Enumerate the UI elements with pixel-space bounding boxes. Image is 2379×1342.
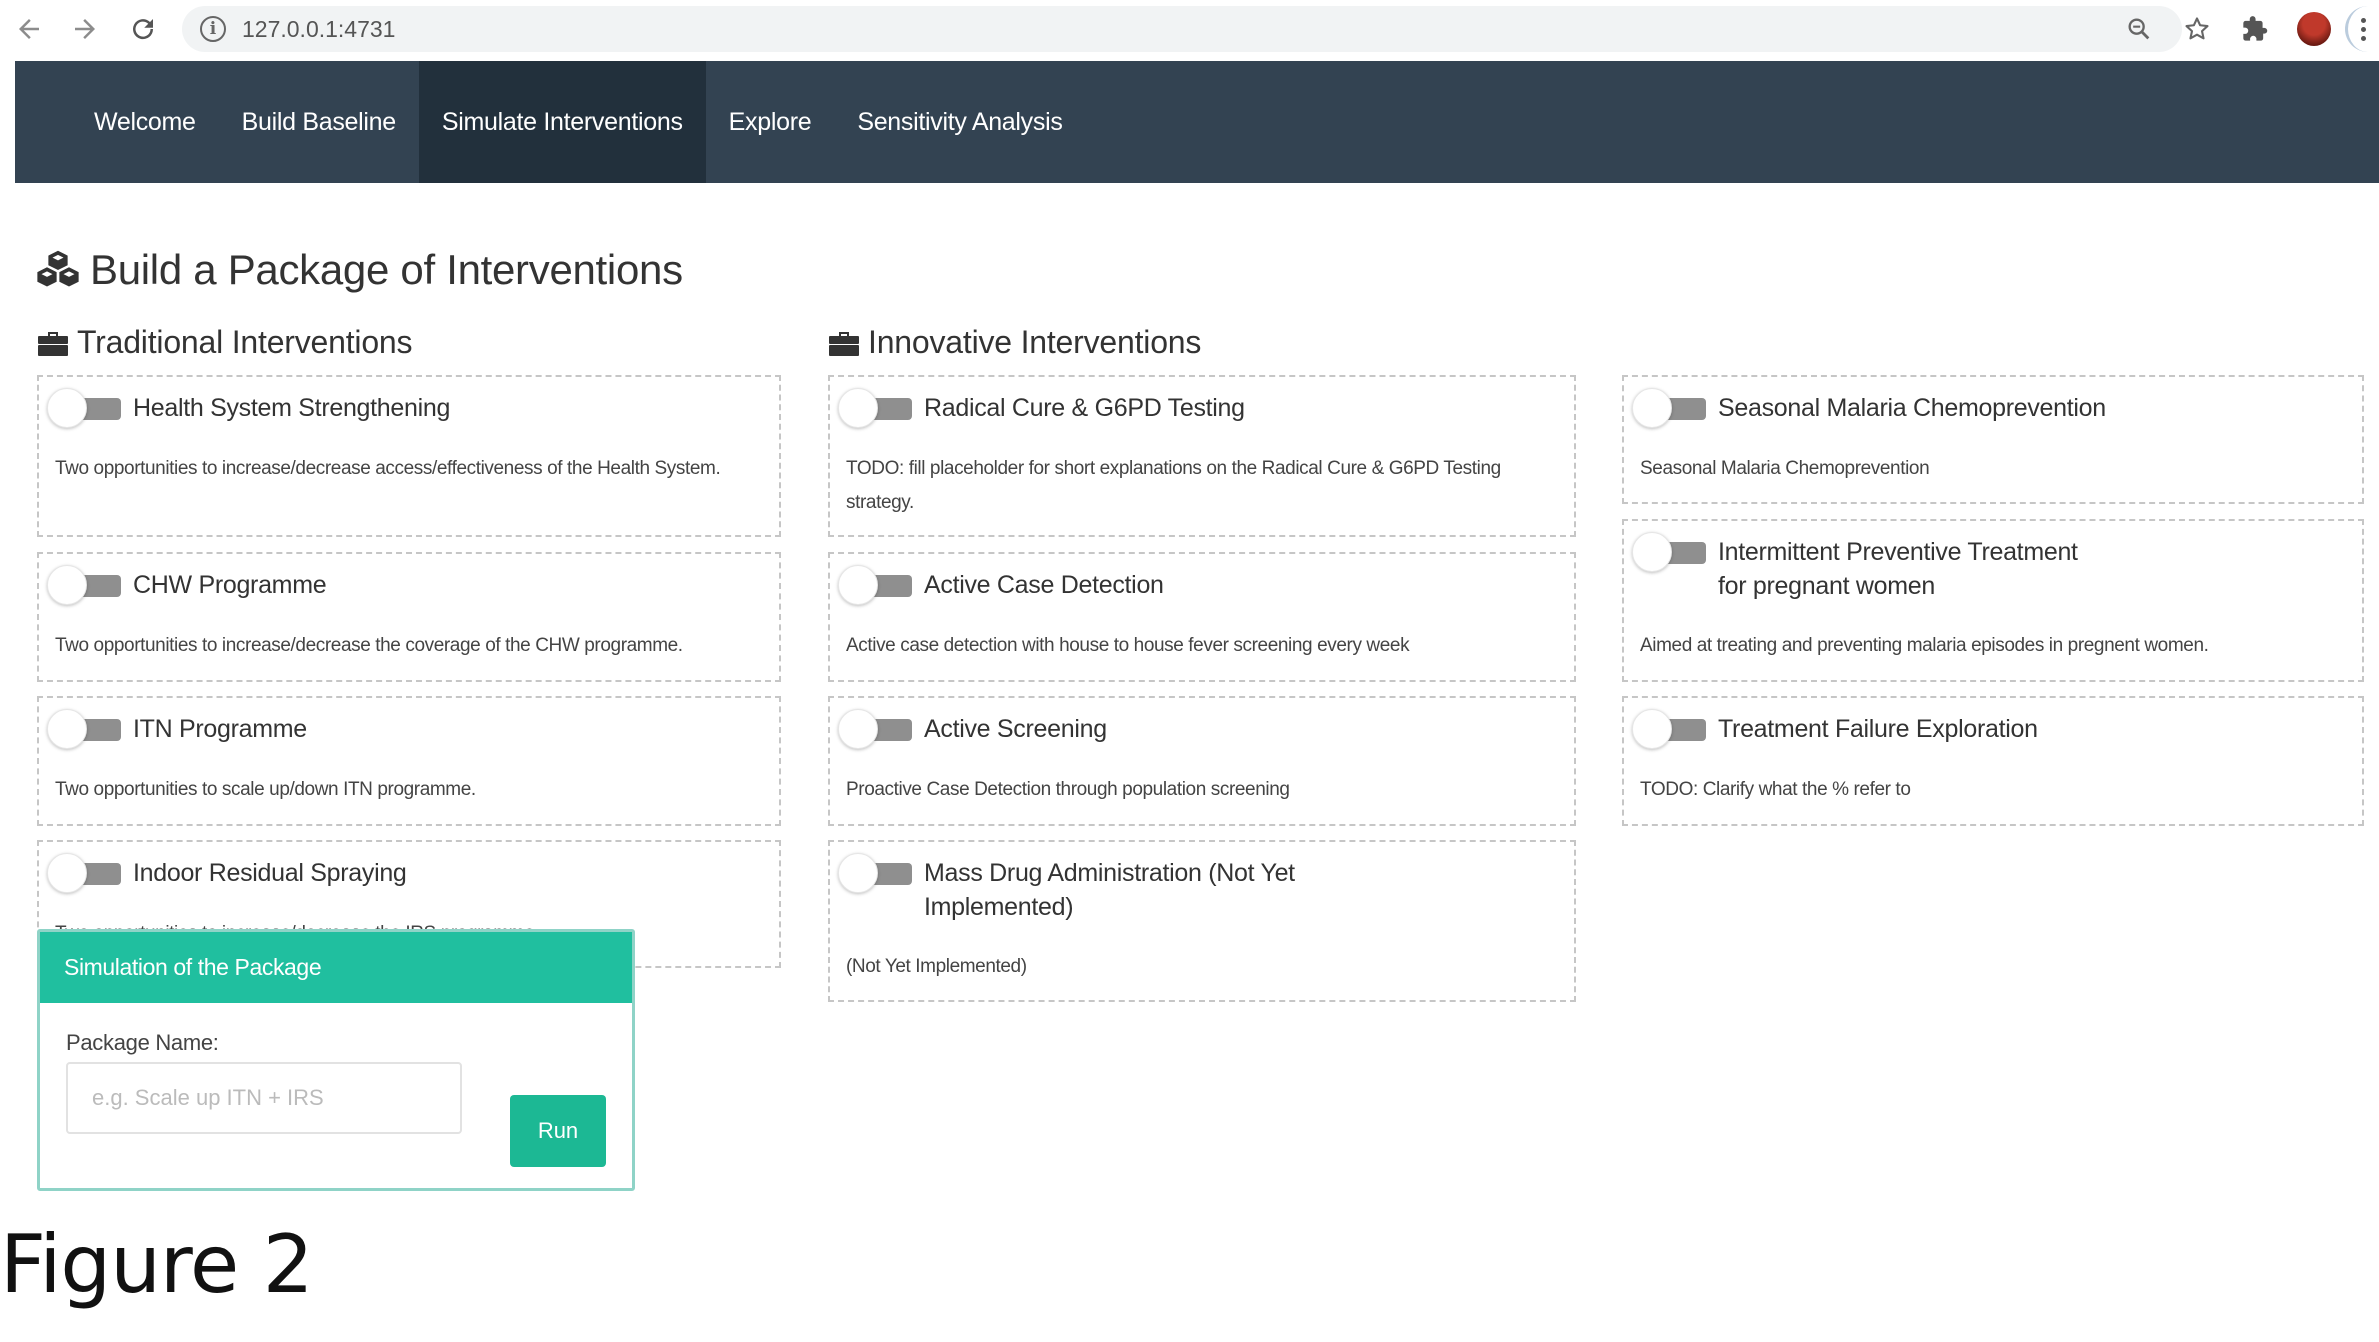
page-title-text: Build a Package of Interventions [90, 246, 683, 293]
card-header: ITN Programme [47, 709, 307, 749]
page-title: Build a Package of Interventions [36, 246, 683, 294]
iptp-toggle[interactable] [1632, 532, 1712, 572]
card-mass-drug-administration: Mass Drug Administration (Not Yet Implem… [828, 840, 1576, 1002]
irs-toggle[interactable] [47, 853, 127, 893]
card-header: Active Screening [838, 709, 1107, 749]
card-description: Active case detection with house to hous… [846, 635, 1410, 656]
tab-simulate-interventions[interactable]: Simulate Interventions [418, 61, 706, 183]
innovative-section-label: Innovative Interventions [868, 324, 1202, 360]
back-button[interactable] [2, 2, 56, 56]
package-name-label: Package Name: [66, 1030, 219, 1055]
treatment-failure-toggle[interactable] [1632, 709, 1712, 749]
cubes-icon [37, 250, 79, 287]
card-chw-programme: CHW Programme Two opportunities to incre… [37, 552, 781, 682]
zoom-icon[interactable] [2119, 9, 2159, 49]
card-title: Active Case Detection [924, 571, 1164, 599]
card-description: Two opportunities to scale up/down ITN p… [55, 779, 476, 800]
card-title: ITN Programme [133, 715, 307, 743]
card-title: Health System Strengthening [133, 394, 451, 422]
card-description: Two opportunities to increase/decrease a… [55, 458, 721, 479]
traditional-section-title: Traditional Interventions [37, 324, 413, 361]
arrow-left-icon [19, 19, 39, 39]
arrow-right-icon [75, 19, 95, 39]
card-title: Active Screening [924, 715, 1107, 743]
run-button[interactable]: Run [510, 1095, 606, 1167]
card-header: Mass Drug Administration (Not Yet Implem… [838, 853, 1318, 924]
forward-button[interactable] [58, 2, 112, 56]
card-title: Radical Cure & G6PD Testing [924, 394, 1245, 422]
briefcase-icon [38, 331, 68, 356]
innovative-section-title: Innovative Interventions [828, 324, 1201, 361]
extensions-icon[interactable] [2235, 9, 2275, 49]
card-description: Seasonal Malaria Chemoprevention [1640, 458, 1930, 479]
card-radical-cure: Radical Cure & G6PD Testing TODO: fill p… [828, 375, 1576, 537]
simulation-panel: Simulation of the Package Package Name: … [37, 929, 635, 1191]
health-system-toggle[interactable] [47, 388, 127, 428]
figure-caption: Figure 2 [0, 1218, 314, 1311]
tab-explore[interactable]: Explore [706, 61, 835, 183]
radical-cure-toggle[interactable] [838, 388, 918, 428]
card-description: Two opportunities to increase/decrease t… [55, 635, 683, 656]
card-title: Indoor Residual Spraying [133, 859, 407, 887]
card-health-system-strengthening: Health System Strengthening Two opportun… [37, 375, 781, 537]
card-header: Seasonal Malaria Chemoprevention [1632, 388, 2106, 428]
card-header: Health System Strengthening [47, 388, 451, 428]
card-itn-programme: ITN Programme Two opportunities to scale… [37, 696, 781, 826]
card-description: TODO: Clarify what the % refer to [1640, 779, 1911, 800]
card-treatment-failure-exploration: Treatment Failure Exploration TODO: Clar… [1622, 696, 2364, 826]
info-icon[interactable]: i [200, 16, 226, 42]
active-case-detection-toggle[interactable] [838, 565, 918, 605]
toolbar-icons [2101, 6, 2379, 52]
card-description: Proactive Case Detection through populat… [846, 779, 1290, 800]
briefcase-icon [829, 331, 859, 356]
active-screening-toggle[interactable] [838, 709, 918, 749]
browser-menu-icon[interactable] [2345, 6, 2379, 52]
app-navbar: Welcome Build Baseline Simulate Interven… [15, 61, 2379, 183]
card-active-screening: Active Screening Proactive Case Detectio… [828, 696, 1576, 826]
card-header: CHW Programme [47, 565, 327, 605]
url-text: 127.0.0.1:4731 [242, 15, 396, 42]
card-title: Mass Drug Administration (Not Yet Implem… [924, 859, 1295, 921]
card-seasonal-malaria-chemoprevention: Seasonal Malaria Chemoprevention Seasona… [1622, 375, 2364, 504]
mda-toggle[interactable] [838, 853, 918, 893]
card-description: TODO: fill placeholder for short explana… [846, 458, 1501, 513]
card-header: Active Case Detection [838, 565, 1164, 605]
reload-icon [133, 19, 154, 40]
card-title: Seasonal Malaria Chemoprevention [1718, 394, 2106, 422]
card-header: Intermittent Preventive Treatment for pr… [1632, 532, 2112, 603]
tab-build-baseline[interactable]: Build Baseline [219, 61, 419, 183]
reload-button[interactable] [116, 2, 170, 56]
simulation-panel-header: Simulation of the Package [40, 932, 632, 1003]
card-intermittent-preventive-treatment: Intermittent Preventive Treatment for pr… [1622, 519, 2364, 682]
card-description: (Not Yet Implemented) [846, 956, 1027, 977]
card-title: CHW Programme [133, 571, 327, 599]
itn-toggle[interactable] [47, 709, 127, 749]
package-name-input[interactable] [66, 1062, 462, 1134]
card-title: Treatment Failure Exploration [1718, 715, 2038, 743]
profile-avatar[interactable] [2297, 12, 2331, 46]
tab-sensitivity-analysis[interactable]: Sensitivity Analysis [834, 61, 1085, 183]
card-header: Indoor Residual Spraying [47, 853, 407, 893]
browser-toolbar: i 127.0.0.1:4731 [0, 0, 2379, 58]
chw-toggle[interactable] [47, 565, 127, 605]
tab-welcome[interactable]: Welcome [71, 61, 219, 183]
card-active-case-detection: Active Case Detection Active case detect… [828, 552, 1576, 682]
smc-toggle[interactable] [1632, 388, 1712, 428]
star-icon[interactable] [2177, 9, 2217, 49]
card-header: Treatment Failure Exploration [1632, 709, 2038, 749]
card-description: Aimed at treating and preventing malaria… [1640, 635, 2209, 656]
card-title: Intermittent Preventive Treatment for pr… [1718, 538, 2078, 600]
address-bar[interactable]: i 127.0.0.1:4731 [182, 6, 2182, 52]
traditional-section-label: Traditional Interventions [77, 324, 413, 360]
card-header: Radical Cure & G6PD Testing [838, 388, 1245, 428]
